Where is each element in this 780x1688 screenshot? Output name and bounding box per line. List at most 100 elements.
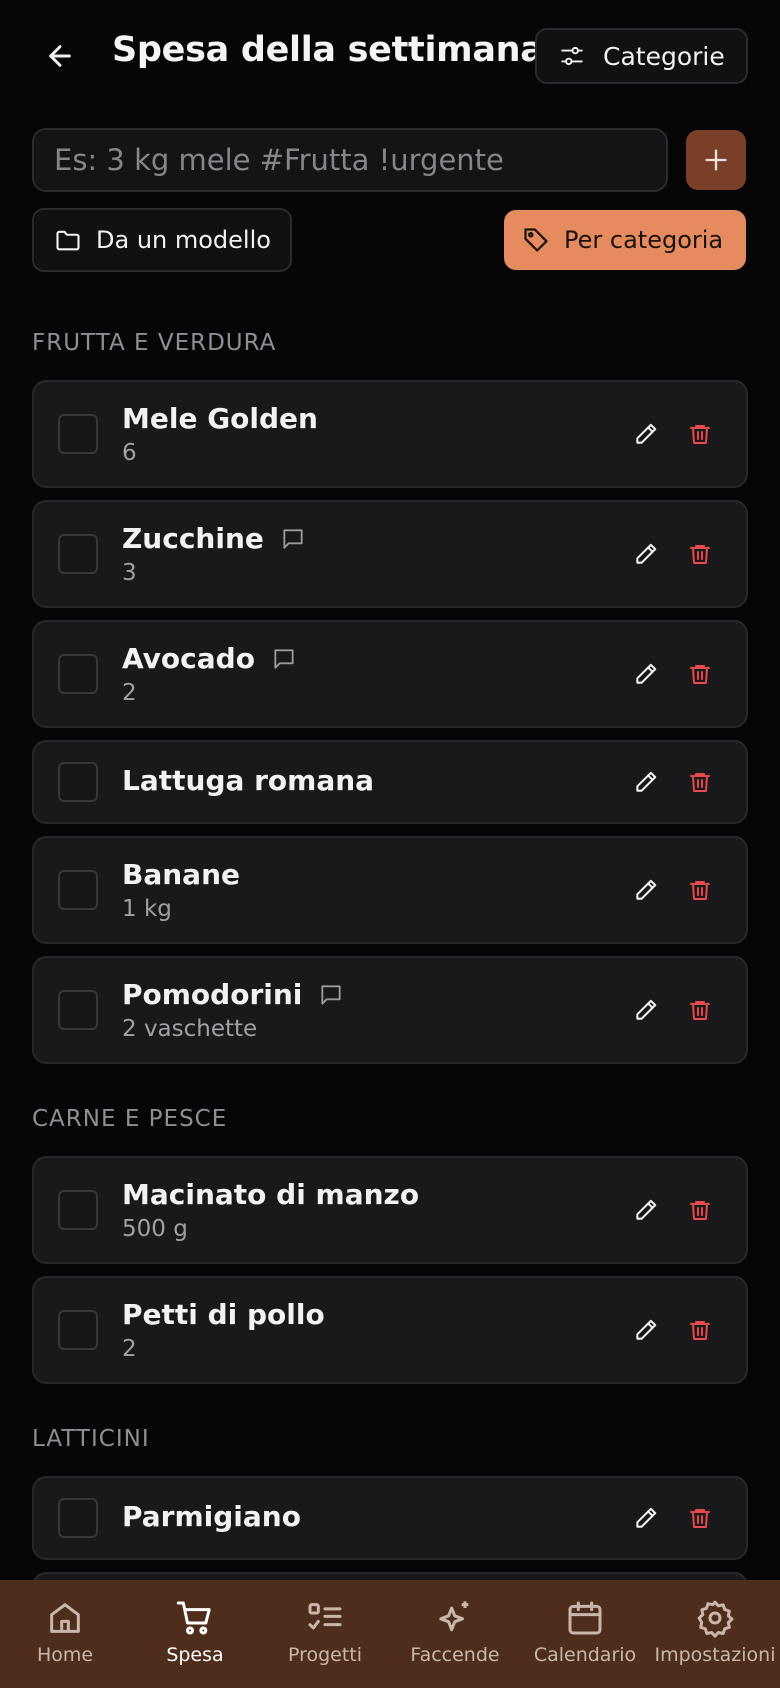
item-checkbox[interactable] xyxy=(58,1498,98,1538)
categories-label: Categorie xyxy=(603,41,725,71)
item-checkbox[interactable] xyxy=(58,870,98,910)
delete-button[interactable] xyxy=(676,410,724,458)
section-title-fruit-veg: FRUTTA E VERDURA xyxy=(32,330,277,356)
list-item[interactable]: Parmigiano xyxy=(32,1476,748,1560)
delete-button[interactable] xyxy=(676,986,724,1034)
delete-button[interactable] xyxy=(676,758,724,806)
from-template-button[interactable]: Da un modello xyxy=(32,208,292,272)
checklist-icon xyxy=(308,1603,342,1630)
nav-spesa[interactable]: Spesa xyxy=(130,1580,260,1688)
item-quantity: 2 vaschette xyxy=(122,1016,258,1042)
folder-icon xyxy=(56,230,80,251)
list-item[interactable]: Zucchine 3 xyxy=(32,500,748,608)
comment-icon xyxy=(321,984,341,1005)
item-checkbox[interactable] xyxy=(58,1190,98,1230)
item-name: Avocado xyxy=(122,642,255,675)
pencil-icon xyxy=(636,1507,657,1528)
item-name: Mele Golden xyxy=(122,402,318,435)
nav-label: Impostazioni xyxy=(654,1644,776,1666)
back-button[interactable] xyxy=(38,34,82,78)
item-checkbox[interactable] xyxy=(58,1310,98,1350)
pencil-icon xyxy=(636,999,657,1020)
item-checkbox[interactable] xyxy=(58,534,98,574)
plus-icon xyxy=(705,149,727,171)
arrow-left-icon xyxy=(49,45,71,67)
item-checkbox[interactable] xyxy=(58,414,98,454)
edit-button[interactable] xyxy=(622,650,670,698)
edit-button[interactable] xyxy=(622,1186,670,1234)
home-icon xyxy=(50,1603,80,1633)
page-title: Spesa della settimana xyxy=(112,30,544,70)
item-checkbox[interactable] xyxy=(58,654,98,694)
pencil-icon xyxy=(636,1319,657,1340)
delete-button[interactable] xyxy=(676,1306,724,1354)
categories-button[interactable]: Categorie xyxy=(535,28,748,84)
cart-icon xyxy=(176,1601,211,1635)
tag-icon xyxy=(524,228,548,252)
calendar-icon xyxy=(568,1601,602,1635)
list-item[interactable]: Banane 1 kg xyxy=(32,836,748,944)
list-item[interactable]: Petti di pollo 2 xyxy=(32,1276,748,1384)
item-name: Zucchine xyxy=(122,522,264,555)
delete-button[interactable] xyxy=(676,866,724,914)
section-title-meat-fish: CARNE E PESCE xyxy=(32,1106,228,1132)
delete-button[interactable] xyxy=(676,1494,724,1542)
nav-faccende[interactable]: Faccende xyxy=(390,1580,520,1688)
item-name: Lattuga romana xyxy=(122,764,375,797)
trash-icon xyxy=(690,545,710,564)
item-name: Parmigiano xyxy=(122,1500,301,1533)
sliders-icon xyxy=(561,46,583,66)
nav-label: Home xyxy=(36,1644,94,1666)
item-name: Banane xyxy=(122,858,240,891)
nav-calendario[interactable]: Calendario xyxy=(520,1580,650,1688)
pencil-icon xyxy=(636,663,657,684)
nav-label: Calendario xyxy=(533,1644,637,1666)
trash-icon xyxy=(690,1321,710,1340)
edit-button[interactable] xyxy=(622,530,670,578)
sparkles-icon xyxy=(439,1601,469,1632)
bottom-nav: Home Spesa Progetti Faccende Calendario … xyxy=(0,1580,780,1688)
delete-button[interactable] xyxy=(676,530,724,578)
list-item[interactable]: Avocado 2 xyxy=(32,620,748,728)
trash-icon xyxy=(690,1001,710,1020)
item-checkbox[interactable] xyxy=(58,990,98,1030)
nav-progetti[interactable]: Progetti xyxy=(260,1580,390,1688)
comment-icon xyxy=(283,528,303,549)
list-item[interactable]: Lattuga romana xyxy=(32,740,748,824)
delete-button[interactable] xyxy=(676,650,724,698)
section-title-dairy: LATTICINI xyxy=(32,1426,150,1452)
list-item[interactable]: Macinato di manzo 500 g xyxy=(32,1156,748,1264)
item-quantity: 500 g xyxy=(122,1216,188,1242)
gear-icon xyxy=(697,1600,734,1638)
item-quantity: 1 kg xyxy=(122,896,172,922)
list-item[interactable]: Mele Golden 6 xyxy=(32,380,748,488)
by-category-button[interactable]: Per categoria xyxy=(504,210,746,270)
item-name: Petti di pollo xyxy=(122,1298,325,1331)
edit-button[interactable] xyxy=(622,1494,670,1542)
nav-label: Faccende xyxy=(410,1644,500,1666)
nav-home[interactable]: Home xyxy=(0,1580,130,1688)
edit-button[interactable] xyxy=(622,410,670,458)
add-item-button[interactable] xyxy=(686,130,746,190)
pencil-icon xyxy=(636,771,657,792)
edit-button[interactable] xyxy=(622,758,670,806)
item-checkbox[interactable] xyxy=(58,762,98,802)
item-quantity: 6 xyxy=(122,440,137,466)
item-quantity: 3 xyxy=(122,560,137,586)
pencil-icon xyxy=(636,543,657,564)
trash-icon xyxy=(690,425,710,444)
edit-button[interactable] xyxy=(622,866,670,914)
delete-button[interactable] xyxy=(676,1186,724,1234)
nav-impostazioni[interactable]: Impostazioni xyxy=(650,1580,780,1688)
trash-icon xyxy=(690,881,710,900)
edit-button[interactable] xyxy=(622,986,670,1034)
trash-icon xyxy=(690,1201,710,1220)
by-category-label: Per categoria xyxy=(564,226,724,254)
trash-icon xyxy=(690,1509,710,1528)
pencil-icon xyxy=(636,423,657,444)
add-item-input[interactable] xyxy=(32,128,668,192)
list-item[interactable]: Pomodorini 2 vaschette xyxy=(32,956,748,1064)
comment-icon xyxy=(274,648,294,669)
edit-button[interactable] xyxy=(622,1306,670,1354)
pencil-icon xyxy=(636,1199,657,1220)
